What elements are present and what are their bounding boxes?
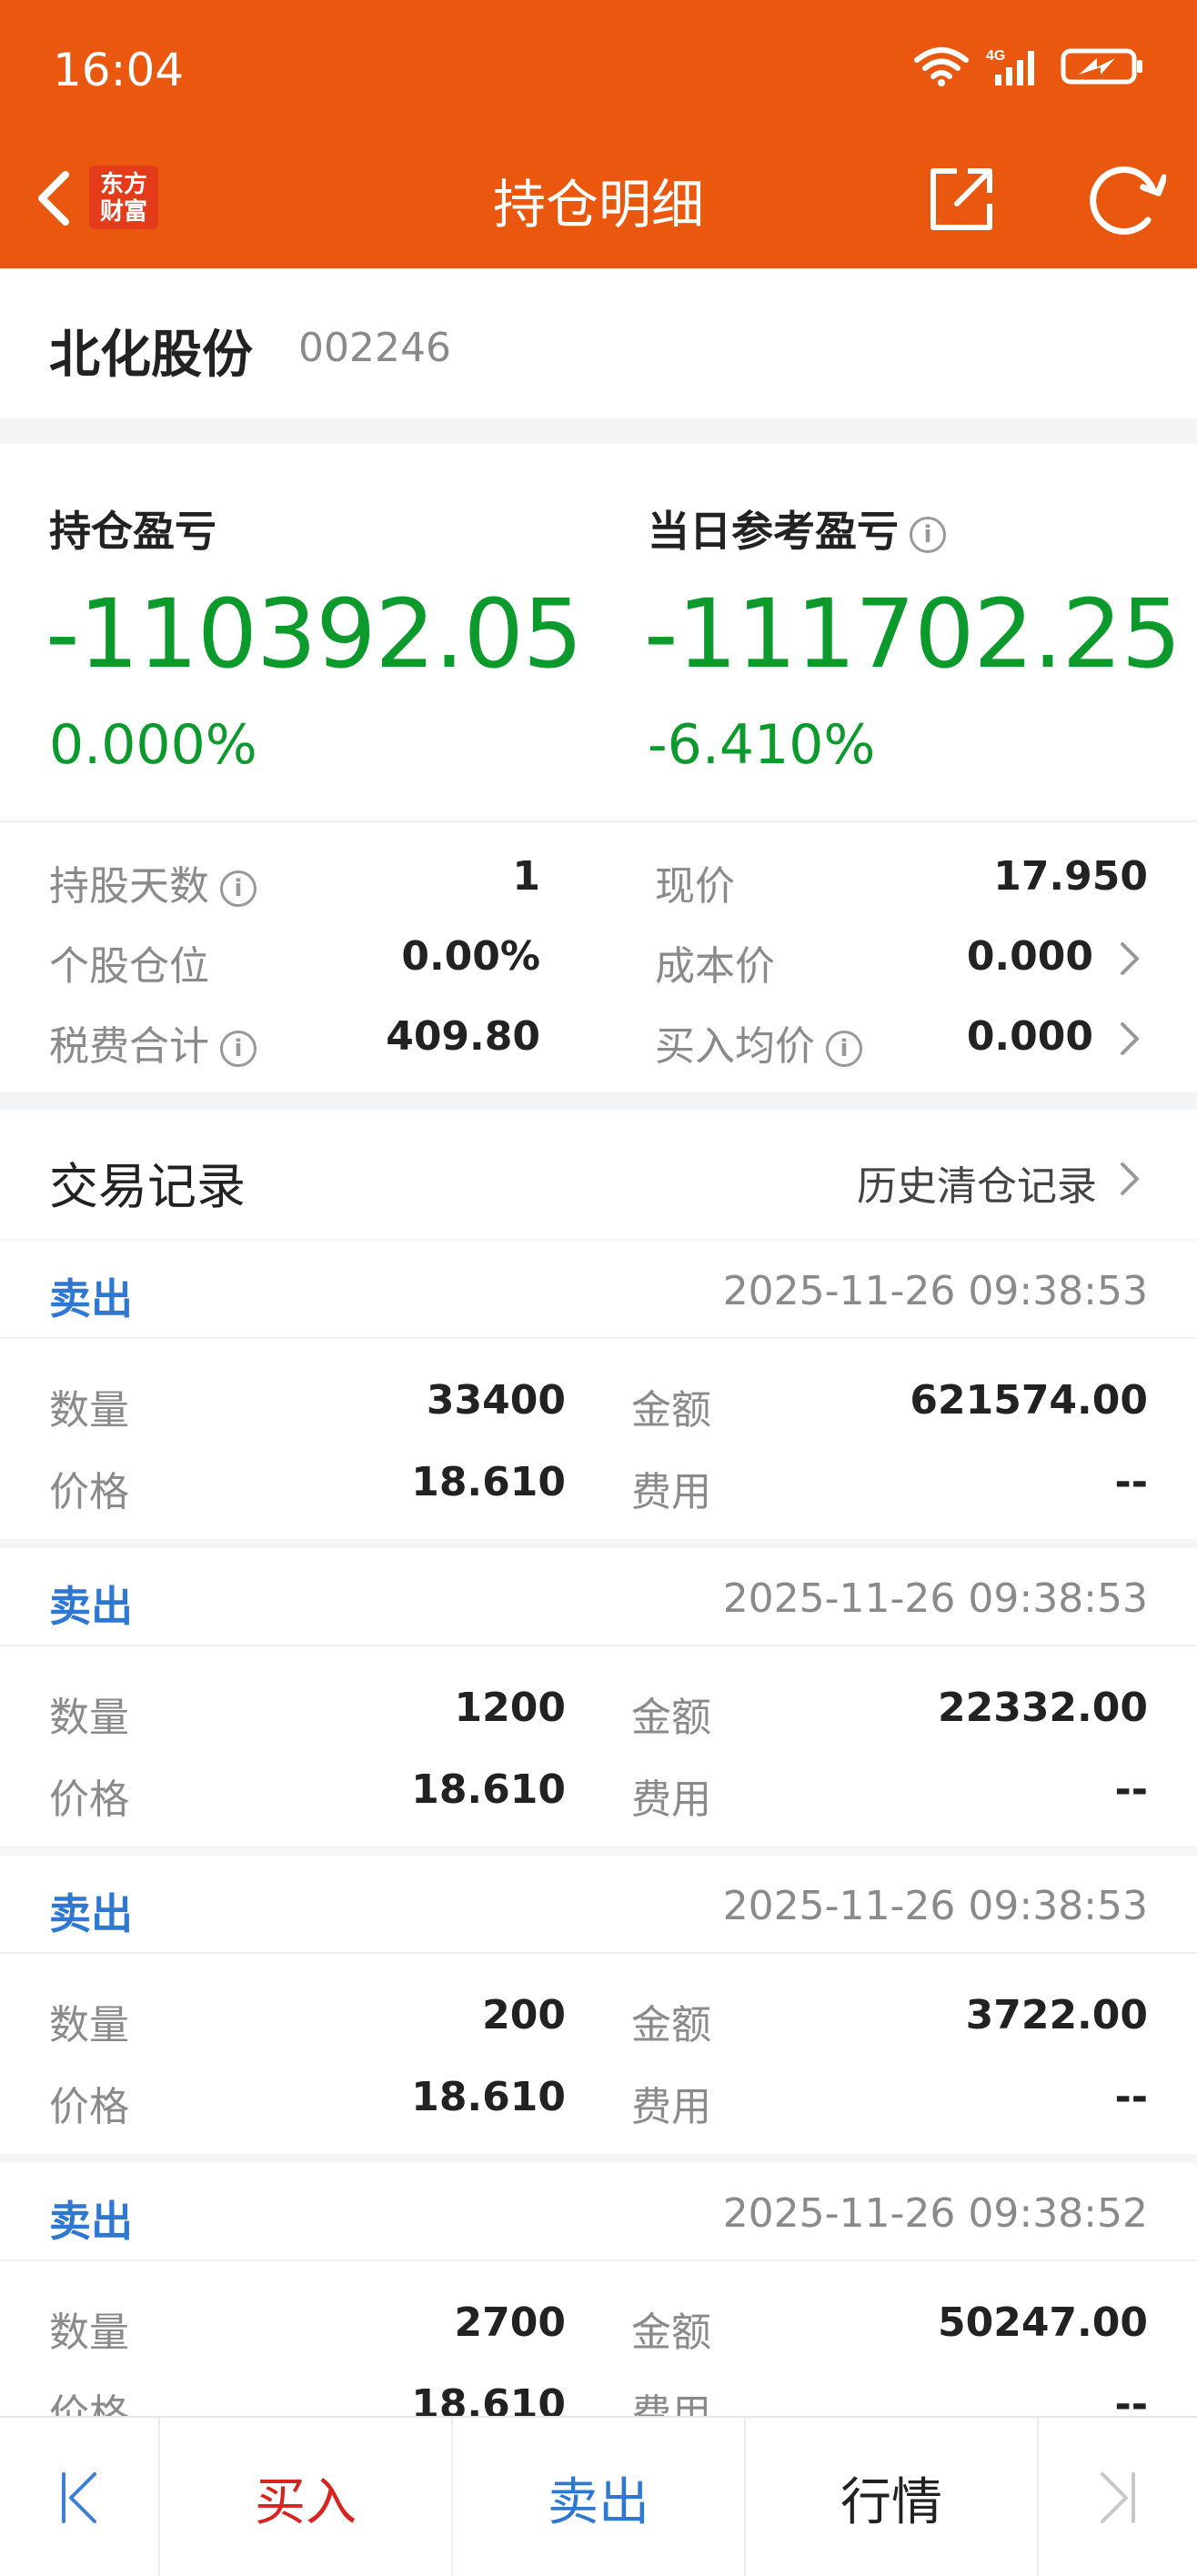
app-header: 16:04 4G 东方 财富 持仓明细 [0, 0, 1197, 268]
trade-type: 卖出 [49, 1274, 133, 1323]
sell-button[interactable]: 卖出 [453, 2418, 744, 2576]
amount-label: 金额 [631, 1695, 711, 1741]
trade-time: 2025-11-26 09:38:53 [722, 1575, 1148, 1622]
amount-value: 621574.00 [910, 1377, 1148, 1424]
price-label: 价格 [49, 1469, 129, 1515]
daily-pl-label-text: 当日参考盈亏 [648, 507, 899, 556]
quantity-label: 数量 [49, 2309, 129, 2356]
history-clear-records-link[interactable]: 历史清仓记录 [857, 1153, 1097, 1212]
info-row-position[interactable]: 个股仓位 0.00% 成本价 0.000 [0, 922, 1197, 995]
trade-record[interactable]: 卖出 2025-11-26 09:38:53 数量 33400 金额 62157… [0, 1241, 1197, 1539]
holding-days-value: 1 [512, 853, 540, 900]
quantity-value: 1200 [454, 1685, 566, 1731]
network-type-label: 4G [986, 48, 1005, 64]
cellular-signal-icon: 4G [986, 48, 1034, 86]
info-icon[interactable]: i [220, 870, 256, 907]
price-value: 18.610 [411, 2074, 566, 2120]
trade-record-header: 卖出 2025-11-26 09:38:53 [0, 1241, 1197, 1339]
price-label: 价格 [49, 1776, 129, 1823]
share-icon[interactable] [926, 162, 999, 235]
trade-records-title: 交易记录 [49, 1158, 246, 1215]
total-fees-value: 409.80 [386, 1013, 540, 1060]
trade-record[interactable]: 卖出 2025-11-26 09:38:53 数量 200 金额 3722.00… [0, 1856, 1197, 2154]
amount-label: 金额 [631, 2309, 711, 2356]
first-record-button[interactable] [0, 2418, 158, 2576]
quantity-value: 2700 [454, 2299, 566, 2346]
price-label: 价格 [49, 2084, 129, 2130]
fee-label: 费用 [631, 1469, 711, 1515]
stock-name: 北化股份 [49, 326, 253, 385]
trade-record-header: 卖出 2025-11-26 09:38:52 [0, 2163, 1197, 2261]
status-icons: 4G [913, 45, 1144, 87]
current-price-value: 17.950 [993, 853, 1148, 900]
profit-summary-card: 持仓盈亏 -110392.05 0.000% 当日参考盈亏 i -111702.2… [0, 444, 1197, 1092]
status-time: 16:04 [53, 44, 185, 96]
amount-value: 50247.00 [937, 2299, 1148, 2346]
daily-pl-label: 当日参考盈亏 i [648, 498, 946, 558]
quantity-value: 200 [482, 1992, 566, 2038]
quantity-value: 33400 [426, 1377, 566, 1424]
holding-pl-value: -110392.05 [45, 579, 583, 689]
trade-type: 卖出 [49, 1582, 133, 1631]
bottom-action-bar: 买入 卖出 行情 [0, 2416, 1197, 2576]
trade-type: 卖出 [49, 1889, 133, 1938]
fee-value: -- [1114, 1459, 1148, 1505]
holding-pl-label: 持仓盈亏 [49, 498, 216, 558]
info-icon[interactable]: i [220, 1031, 256, 1067]
amount-label: 金额 [631, 1387, 711, 1434]
total-fees-label: 税费合计 i [49, 1013, 256, 1072]
current-price-label: 现价 [655, 863, 735, 910]
amount-value: 22332.00 [937, 1685, 1148, 1731]
daily-pl-percent: -6.410% [648, 713, 876, 777]
info-row-fees[interactable]: 税费合计 i 409.80 买入均价 i 0.000 [0, 1002, 1197, 1075]
stock-bar: 北化股份 002246 [0, 268, 1197, 418]
holding-pl-percent: 0.000% [49, 713, 257, 777]
stock-code: 002246 [298, 325, 451, 371]
cost-price-value: 0.000 [966, 933, 1093, 980]
divider [0, 820, 1197, 822]
battery-charging-icon [1061, 48, 1142, 85]
avg-buy-price-label: 买入均价 i [655, 1013, 862, 1072]
trade-records-header: 交易记录 历史清仓记录 [0, 1110, 1197, 1239]
chevron-right-icon[interactable] [1117, 1159, 1144, 1199]
skip-to-last-icon [1101, 2472, 1135, 2523]
info-icon[interactable]: i [826, 1031, 862, 1067]
trade-time: 2025-11-26 09:38:53 [722, 1883, 1148, 1929]
quantity-label: 数量 [49, 1695, 129, 1741]
price-value: 18.610 [411, 1459, 566, 1505]
position-ratio-value: 0.00% [401, 933, 540, 980]
page-title: 持仓明细 [492, 174, 704, 236]
holding-pl-label-text: 持仓盈亏 [49, 507, 216, 556]
skip-to-first-icon [62, 2472, 96, 2523]
quantity-label: 数量 [49, 2002, 129, 2048]
fee-label: 费用 [631, 1776, 711, 1823]
amount-label: 金额 [631, 2002, 711, 2048]
fee-value: -- [1114, 2074, 1148, 2120]
quantity-label: 数量 [49, 1387, 129, 1434]
price-value: 18.610 [411, 1766, 566, 1813]
info-row-holding-days: 持股天数 i 1 现价 17.950 [0, 842, 1197, 915]
trade-record-header: 卖出 2025-11-26 09:38:53 [0, 1548, 1197, 1646]
market-button[interactable]: 行情 [746, 2418, 1037, 2576]
trade-record-header: 卖出 2025-11-26 09:38:53 [0, 1856, 1197, 1954]
cost-price-label: 成本价 [655, 943, 775, 990]
buy-button[interactable]: 买入 [160, 2418, 451, 2576]
trade-record[interactable]: 卖出 2025-11-26 09:38:53 数量 1200 金额 22332.… [0, 1548, 1197, 1846]
chevron-right-icon[interactable] [1117, 939, 1144, 979]
position-ratio-label: 个股仓位 [49, 943, 209, 990]
fee-label: 费用 [631, 2084, 711, 2130]
chevron-right-icon[interactable] [1117, 1019, 1144, 1059]
holding-days-label: 持股天数 i [49, 853, 256, 911]
fee-value: -- [1114, 1766, 1148, 1813]
info-icon[interactable]: i [910, 516, 946, 553]
daily-pl-value: -111702.25 [644, 579, 1182, 689]
wifi-icon [914, 47, 969, 86]
refresh-icon[interactable] [1084, 160, 1166, 238]
amount-value: 3722.00 [965, 1992, 1148, 2038]
last-record-button[interactable] [1039, 2418, 1197, 2576]
trade-time: 2025-11-26 09:38:53 [722, 1268, 1148, 1314]
trade-time: 2025-11-26 09:38:52 [722, 2190, 1148, 2237]
avg-buy-price-value: 0.000 [966, 1013, 1093, 1060]
trade-type: 卖出 [49, 2197, 133, 2246]
